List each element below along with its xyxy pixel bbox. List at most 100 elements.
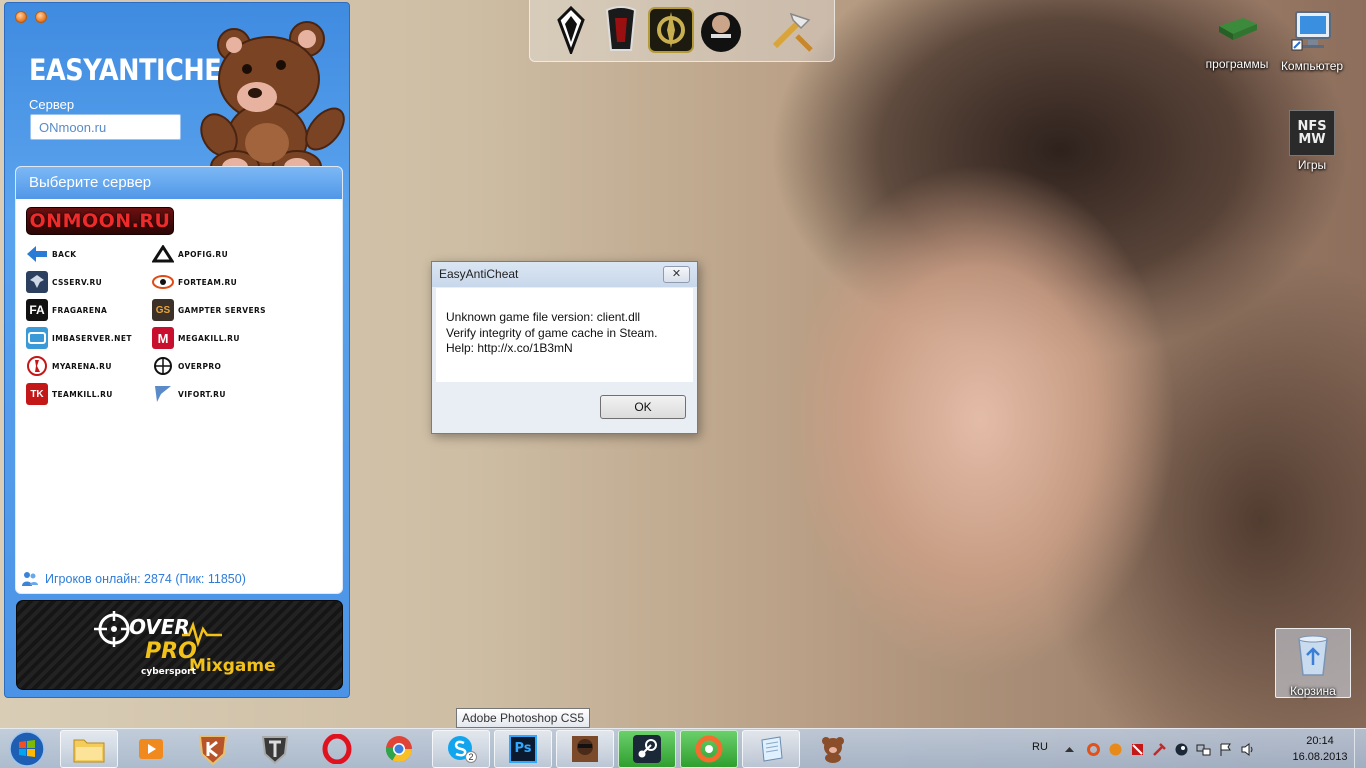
tools-icon[interactable] bbox=[766, 5, 816, 55]
overpro-icon bbox=[152, 355, 174, 377]
k-shield-icon bbox=[198, 735, 228, 766]
taskbar-origin[interactable] bbox=[680, 730, 738, 768]
tray-flag-icon[interactable] bbox=[1218, 742, 1233, 757]
easyanticheat-launcher: EASYANTICHEAT Сервер ONmoon.ru Выберите … bbox=[4, 2, 350, 698]
megakill-icon: M bbox=[152, 327, 174, 349]
server-name: forteam.ru bbox=[178, 277, 238, 287]
taskbar-eac[interactable] bbox=[804, 730, 862, 768]
server-name: teamkill.ru bbox=[52, 389, 113, 399]
panel-title: Выберите сервер bbox=[16, 167, 342, 199]
taskbar-notepad[interactable] bbox=[742, 730, 800, 768]
fa-icon: FA bbox=[26, 299, 48, 321]
server-item-csserv[interactable]: csserv.ru bbox=[26, 271, 102, 293]
server-item-vifort[interactable]: vifort.ru bbox=[152, 383, 226, 405]
imba-icon bbox=[26, 327, 48, 349]
dialog-title: EasyAntiCheat bbox=[439, 267, 519, 281]
taskbar-chrome[interactable] bbox=[370, 730, 428, 768]
watch-dogs-icon[interactable] bbox=[696, 5, 746, 55]
back-arrow-icon bbox=[26, 243, 48, 265]
drive-icon bbox=[1219, 18, 1257, 40]
start-button[interactable] bbox=[4, 731, 50, 767]
easyanticheat-error-dialog: EasyAntiCheat ✕ Unknown game file versio… bbox=[431, 261, 698, 434]
taskbar-photoshop[interactable]: Ps bbox=[494, 730, 552, 768]
tray-skype-icon[interactable] bbox=[1108, 742, 1123, 757]
tray-steam-icon[interactable] bbox=[1174, 742, 1189, 757]
server-item-imbaserver[interactable]: imbaserver.net bbox=[26, 327, 132, 349]
server-item-fragarena[interactable]: FA Fragarena bbox=[26, 299, 107, 321]
tray-tool-icon[interactable] bbox=[1152, 742, 1167, 757]
stalker-icon[interactable] bbox=[646, 5, 696, 55]
language-indicator[interactable]: RU bbox=[1032, 741, 1048, 753]
taskbar-skype[interactable]: 2 bbox=[432, 730, 490, 768]
chrome-icon bbox=[385, 736, 413, 763]
close-dot-button[interactable] bbox=[15, 11, 27, 23]
recycle-bin-icon bbox=[1298, 635, 1328, 676]
server-item-overpro[interactable]: Overpro bbox=[152, 355, 221, 377]
tray-expand-icon[interactable] bbox=[1062, 742, 1077, 757]
banner-mixgame-text: Mixgame bbox=[189, 656, 276, 676]
computer-icon bbox=[1291, 11, 1331, 51]
dialog-message-line: Verify integrity of game cache in Steam. bbox=[446, 325, 658, 340]
server-item-myarena[interactable]: Myarena.ru bbox=[26, 355, 112, 377]
steam-icon bbox=[633, 735, 661, 763]
folder-icon bbox=[73, 739, 105, 763]
server-item-forteam[interactable]: forteam.ru bbox=[152, 271, 237, 293]
close-icon: ✕ bbox=[671, 268, 682, 280]
banner-over-text: OVER bbox=[129, 615, 190, 639]
server-name: megakill.ru bbox=[178, 333, 240, 343]
system-tray: RU 20:14 16.08.2013 bbox=[1026, 729, 1366, 768]
minimize-dot-button[interactable] bbox=[35, 11, 47, 23]
vifort-icon bbox=[152, 383, 174, 405]
photoshop-icon: Ps bbox=[509, 735, 537, 763]
tray-origin-icon[interactable] bbox=[1086, 742, 1101, 757]
oblivion-icon[interactable] bbox=[596, 5, 646, 55]
taskbar-opera[interactable] bbox=[308, 730, 366, 768]
forteam-icon bbox=[152, 271, 174, 293]
taskbar-kingdoms[interactable] bbox=[184, 730, 242, 768]
server-input[interactable]: ONmoon.ru bbox=[30, 114, 181, 140]
desktop-icon-recycle-bin[interactable]: Корзина bbox=[1275, 628, 1351, 698]
overpro-banner[interactable]: OVER PRO Mixgame cybersport bbox=[16, 600, 343, 690]
desktop-icon-programs[interactable]: программы bbox=[1199, 10, 1275, 71]
wot-icon bbox=[261, 736, 289, 765]
tray-network-icon[interactable] bbox=[1196, 742, 1211, 757]
csserv-icon bbox=[26, 271, 48, 293]
desktop-icon-computer[interactable]: Компьютер bbox=[1274, 10, 1350, 73]
tray-volume-icon[interactable] bbox=[1240, 742, 1255, 757]
origin-icon bbox=[695, 735, 723, 763]
taskbar-gta[interactable] bbox=[556, 730, 614, 768]
apofig-icon bbox=[152, 243, 174, 265]
taskbar-world-of-tanks[interactable] bbox=[246, 730, 304, 768]
skyrim-icon[interactable] bbox=[546, 5, 596, 55]
players-online-text: Игроков онлайн: 2874 (Пик: 11850) bbox=[45, 572, 246, 586]
taskbar-steam[interactable] bbox=[618, 730, 676, 768]
server-name: Apofig.ru bbox=[178, 249, 229, 259]
server-select-panel: Выберите сервер ONMOON.RU Back csserv.ru… bbox=[15, 166, 343, 594]
teddy-bear-icon bbox=[200, 21, 345, 184]
tray-antivirus-icon[interactable] bbox=[1130, 742, 1145, 757]
desktop-icon-label: Компьютер bbox=[1280, 59, 1344, 73]
server-item-apofig[interactable]: Apofig.ru bbox=[152, 243, 228, 265]
server-item-back[interactable]: Back bbox=[26, 243, 76, 265]
server-item-gampter[interactable]: GS Gampter servers bbox=[152, 299, 266, 321]
server-item-megakill[interactable]: M megakill.ru bbox=[152, 327, 240, 349]
taskbar-media-player[interactable] bbox=[122, 730, 180, 768]
ok-button[interactable]: OK bbox=[600, 395, 686, 419]
gampter-icon: GS bbox=[152, 299, 174, 321]
teddy-bear-icon bbox=[822, 737, 844, 763]
onmoon-logo-button[interactable]: ONMOON.RU bbox=[26, 207, 174, 235]
taskbar: 2 Ps RU 20:14 16.08.2013 bbox=[0, 728, 1366, 768]
server-item-teamkill[interactable]: TK teamkill.ru bbox=[26, 383, 113, 405]
taskbar-explorer[interactable] bbox=[60, 730, 118, 768]
notepad-icon bbox=[761, 736, 783, 762]
dialog-titlebar[interactable]: EasyAntiCheat ✕ bbox=[432, 262, 697, 287]
server-name: imbaserver.net bbox=[52, 333, 132, 343]
myarena-icon bbox=[26, 355, 48, 377]
desktop-icon-games[interactable]: NFS MW Игры bbox=[1274, 110, 1350, 172]
server-name: Back bbox=[52, 249, 77, 259]
opera-icon bbox=[322, 734, 352, 764]
dialog-close-button[interactable]: ✕ bbox=[663, 266, 690, 283]
clock-date[interactable]: 16.08.2013 bbox=[1290, 751, 1350, 763]
clock-time[interactable]: 20:14 bbox=[1290, 735, 1350, 747]
show-desktop-button[interactable] bbox=[1354, 729, 1366, 768]
